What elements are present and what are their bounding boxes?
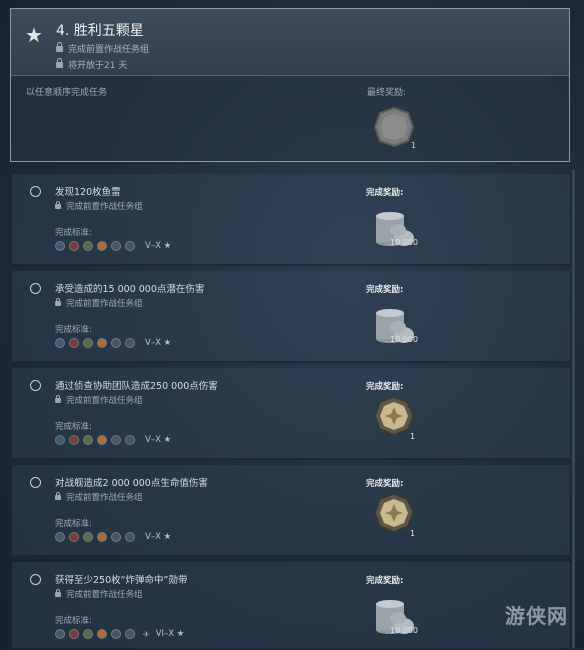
incomplete-circle-icon <box>30 477 41 488</box>
task-lock: 完成前置作战任务组 <box>55 297 143 309</box>
ship-class-icon <box>97 338 107 348</box>
lock-icon <box>55 298 61 306</box>
criteria-label: 完成标准: <box>55 228 92 238</box>
reward-label: 完成奖励: <box>366 188 404 198</box>
ship-class-icon <box>69 532 79 542</box>
reward-amount: 10 000 <box>390 335 418 344</box>
reward-count: 1 <box>410 529 416 538</box>
mission-header-top: ★ 4. 胜利五颗星 完成前置作战任务组 将开放于21 天 <box>11 9 569 76</box>
ship-class-icon <box>83 241 93 251</box>
reward-amount: 10 000 <box>390 238 418 247</box>
ship-class-icon <box>69 241 79 251</box>
lock-icon <box>56 42 63 52</box>
tier-range: VI–X ★ <box>155 629 185 639</box>
reward-label: 完成奖励: <box>366 576 404 586</box>
ship-class-icon <box>55 241 65 251</box>
star-icon: ★ <box>25 23 43 47</box>
task-item[interactable]: 通过侦查协助团队造成250 000点伤害 完成前置作战任务组 完成标准: V–X… <box>12 368 570 460</box>
watermark: 游侠网 <box>505 604 568 628</box>
ship-class-icon <box>83 435 93 445</box>
ship-class-icon <box>111 241 121 251</box>
ship-class-icon <box>55 338 65 348</box>
lock-requirement: 完成前置作战任务组 <box>56 42 149 55</box>
tier-range: V–X ★ <box>145 338 172 348</box>
reward-label: 完成奖励: <box>366 479 404 489</box>
ship-class-icon <box>55 532 65 542</box>
scrollbar[interactable] <box>572 170 575 648</box>
incomplete-circle-icon <box>30 186 41 197</box>
ship-class-icon <box>125 532 135 542</box>
ship-class-icon <box>97 241 107 251</box>
incomplete-circle-icon <box>30 283 41 294</box>
task-lock: 完成前置作战任务组 <box>55 394 143 406</box>
ship-class-icons: ✈ VI–X ★ <box>55 628 184 640</box>
ship-class-icons: V–X ★ <box>55 337 171 349</box>
ship-class-icon <box>55 435 65 445</box>
criteria-label: 完成标准: <box>55 616 92 626</box>
ship-class-icons: V–X ★ <box>55 240 171 252</box>
ship-class-icon <box>55 629 65 639</box>
coin-reward-icon[interactable] <box>374 396 414 436</box>
lock-icon <box>55 492 61 500</box>
task-item[interactable]: 承受造成的15 000 000点潜在伤害 完成前置作战任务组 完成标准: V–X… <box>12 271 570 363</box>
ship-class-icon <box>111 629 121 639</box>
ship-class-icon <box>125 435 135 445</box>
task-lock: 完成前置作战任务组 <box>55 200 143 212</box>
task-title: 承受造成的15 000 000点潜在伤害 <box>55 284 205 295</box>
lock-icon <box>56 58 63 68</box>
ship-class-icon <box>111 532 121 542</box>
ship-class-icon <box>83 338 93 348</box>
task-title: 对战舰造成2 000 000点生命值伤害 <box>55 478 208 489</box>
ship-class-icon <box>83 532 93 542</box>
lock-icon <box>55 589 61 597</box>
incomplete-circle-icon <box>30 574 41 585</box>
reward-label: 完成奖励: <box>366 285 404 295</box>
ship-class-icon <box>97 629 107 639</box>
task-item[interactable]: 对战舰造成2 000 000点生命值伤害 完成前置作战任务组 完成标准: V–X… <box>12 465 570 557</box>
ship-class-icon <box>69 629 79 639</box>
ship-class-icon <box>125 338 135 348</box>
criteria-label: 完成标准: <box>55 422 92 432</box>
open-timer: 将开放于21 天 <box>56 58 127 71</box>
ship-class-icon <box>111 435 121 445</box>
reward-label: 完成奖励: <box>366 382 404 392</box>
ship-class-icon <box>125 241 135 251</box>
final-reward-label: 最终奖励: <box>367 88 407 98</box>
ship-class-icon <box>69 435 79 445</box>
mission-header-panel: ★ 4. 胜利五颗星 完成前置作战任务组 将开放于21 天 以任意顺序完成任务 … <box>10 8 570 162</box>
coin-reward-icon[interactable] <box>374 493 414 533</box>
ship-class-icon <box>125 629 135 639</box>
tier-range: V–X ★ <box>145 241 172 251</box>
task-item[interactable]: 获得至少250枚“炸弹命中”勋带 完成前置作战任务组 完成标准: ✈ VI–X … <box>12 562 570 650</box>
criteria-label: 完成标准: <box>55 519 92 529</box>
ship-class-icon <box>111 338 121 348</box>
lock-icon <box>55 395 61 403</box>
task-lock: 完成前置作战任务组 <box>55 588 143 600</box>
criteria-label: 完成标准: <box>55 325 92 335</box>
lock-icon <box>55 201 61 209</box>
task-title: 通过侦查协助团队造成250 000点伤害 <box>55 381 218 392</box>
reward-amount: 10 000 <box>390 626 418 635</box>
task-item[interactable]: 发现120枚鱼雷 完成前置作战任务组 完成标准: V–X ★ 完成奖励: 10 … <box>12 174 570 266</box>
task-lock: 完成前置作战任务组 <box>55 491 143 503</box>
tier-range: V–X ★ <box>145 532 172 542</box>
final-reward-coin-icon[interactable] <box>373 106 415 148</box>
task-title: 发现120枚鱼雷 <box>55 187 121 198</box>
aircraft-icon: ✈ <box>143 629 150 639</box>
tier-range: V–X ★ <box>145 435 172 445</box>
ship-class-icons: V–X ★ <box>55 434 171 446</box>
incomplete-circle-icon <box>30 380 41 391</box>
reward-count: 1 <box>410 432 416 441</box>
task-title: 获得至少250枚“炸弹命中”勋带 <box>55 575 188 586</box>
ship-class-icon <box>97 532 107 542</box>
mission-description: 以任意顺序完成任务 <box>26 88 108 98</box>
ship-class-icon <box>69 338 79 348</box>
ship-class-icon <box>83 629 93 639</box>
ship-class-icon <box>97 435 107 445</box>
final-reward-count: 1 <box>411 141 417 150</box>
mission-title: 4. 胜利五颗星 <box>56 23 144 39</box>
ship-class-icons: V–X ★ <box>55 531 171 543</box>
